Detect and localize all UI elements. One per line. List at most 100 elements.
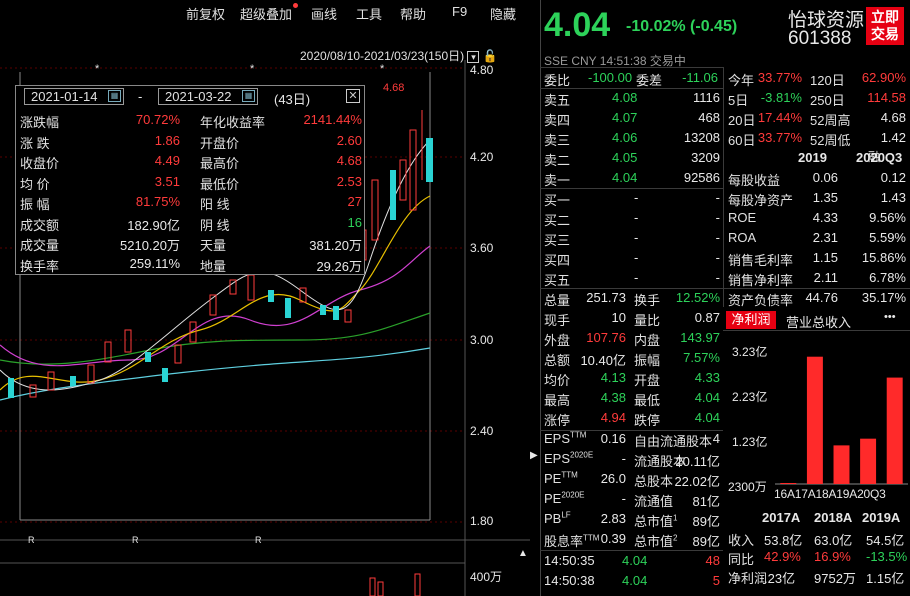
more-icon[interactable]: ••• bbox=[884, 311, 896, 323]
sell-row[interactable]: 卖四 4.07 468 bbox=[544, 110, 720, 130]
stat-label: 总量 bbox=[544, 293, 571, 308]
tick-row: 14:50:35 4.04 48 bbox=[544, 553, 720, 573]
annual-header-2018: 2018A bbox=[814, 510, 853, 525]
end-date-value: 2021-03-22 bbox=[165, 89, 232, 104]
valuation-label: PETTM bbox=[544, 471, 578, 486]
weibi-label: 委比 bbox=[544, 73, 571, 88]
trade-now-button[interactable]: 立即 交易 bbox=[866, 7, 904, 45]
stat-value: 12.52% bbox=[675, 290, 720, 305]
valuation-label-text: EPS bbox=[544, 451, 571, 467]
buy-row[interactable]: 买四 - - bbox=[544, 250, 720, 270]
tab-net-profit[interactable]: 净利润 bbox=[726, 311, 776, 329]
stat-label: 涨 跌 bbox=[20, 135, 50, 151]
valuation-label: PBLF bbox=[544, 511, 571, 526]
order-price: - bbox=[634, 270, 639, 285]
financial-row: ROE 4.33 9.56% bbox=[728, 210, 906, 230]
stat-label: 涨跌幅 bbox=[20, 115, 60, 130]
valuation-label-text: 总市值 bbox=[634, 534, 674, 549]
valuation-value: - bbox=[621, 491, 626, 506]
valuation-value: 26.0 bbox=[600, 471, 626, 486]
menu-draw-line[interactable]: 画线 bbox=[311, 4, 337, 23]
perf-label: 5日 bbox=[728, 93, 749, 108]
menu-help[interactable]: 帮助 bbox=[400, 4, 426, 23]
x-tick: 17A bbox=[794, 487, 816, 501]
stat-label: 总额 bbox=[544, 353, 571, 368]
stat-label: 天量 bbox=[200, 238, 227, 253]
y-tick-323: 3.23亿 bbox=[732, 345, 768, 359]
order-volume: 1116 bbox=[693, 90, 720, 105]
order-volume: 92586 bbox=[683, 170, 720, 185]
close-icon[interactable]: ✕ bbox=[346, 89, 360, 103]
stat-value: 143.97 bbox=[680, 330, 720, 345]
fin-value: 0.12 bbox=[880, 170, 906, 185]
profit-bar bbox=[806, 356, 823, 484]
sell-row[interactable]: 卖五 4.08 1116 bbox=[544, 90, 720, 110]
menu-super-overlay[interactable]: 超级叠加 bbox=[240, 4, 292, 23]
perf-label: 60日 bbox=[728, 133, 756, 148]
valuation-value: 89亿 bbox=[692, 514, 720, 529]
star-marker: * bbox=[95, 63, 100, 75]
valuation-label-sup: 2020E bbox=[561, 491, 585, 500]
valuation-label: PE2020E bbox=[544, 491, 584, 506]
performance-row: 20日 17.44% 52周高 4.68 bbox=[728, 110, 906, 130]
tick-volume: 48 bbox=[705, 553, 720, 568]
tick-row: 14:50:38 4.04 5 bbox=[544, 573, 720, 593]
stat-value: 182.90亿 bbox=[127, 217, 180, 233]
fin-value: 35.17% bbox=[861, 290, 906, 305]
menu-hide[interactable]: 隐藏 bbox=[490, 4, 516, 23]
order-volume: - bbox=[715, 230, 720, 245]
valuation-label: 总市值2 bbox=[634, 531, 677, 550]
top-menu: 前复权 超级叠加 画线 工具 帮助 F9 隐藏 bbox=[0, 0, 530, 24]
stat-label: 阳 线 bbox=[200, 197, 230, 212]
annual-value: 9752万 bbox=[814, 571, 856, 586]
sell-row[interactable]: 卖二 4.05 3209 bbox=[544, 150, 720, 170]
valuation-label-text: PE bbox=[544, 491, 562, 507]
buy-row[interactable]: 买一 - - bbox=[544, 190, 720, 210]
sell-row[interactable]: 卖三 4.06 13208 bbox=[544, 130, 720, 150]
interval-stat-row: 涨 跌 1.86 开盘价 2.60 bbox=[20, 131, 362, 151]
calendar-icon[interactable]: ▦ bbox=[242, 90, 255, 102]
sell-row[interactable]: 卖一 4.04 92586 bbox=[544, 170, 720, 190]
stat-label: 开盘 bbox=[634, 373, 661, 388]
tab-total-revenue[interactable]: 营业总收入 bbox=[786, 312, 851, 331]
menu-f9[interactable]: F9 bbox=[452, 4, 467, 19]
y-tick-480: 4.80 bbox=[470, 63, 494, 77]
expand-up-icon[interactable]: ▲ bbox=[518, 548, 528, 559]
buy-row[interactable]: 买二 - - bbox=[544, 210, 720, 230]
annual-value: .23亿 bbox=[764, 571, 796, 586]
valuation-value: 81亿 bbox=[692, 494, 720, 509]
tick-time: 14:50:38 bbox=[544, 573, 595, 588]
menu-fuquan[interactable]: 前复权 bbox=[186, 4, 225, 23]
stat-value: 4.13 bbox=[600, 370, 626, 385]
performance-row: 5日 -3.81% 250日 114.58 bbox=[728, 90, 906, 110]
stat-value: 4.49 bbox=[154, 153, 180, 168]
fin-value: 6.78% bbox=[869, 270, 906, 285]
start-date-value: 2021-01-14 bbox=[31, 89, 98, 104]
fin-value: 1.43 bbox=[880, 190, 906, 205]
y-tick-300: 3.00 bbox=[470, 333, 494, 347]
trade-button-line2: 交易 bbox=[871, 26, 899, 42]
menu-tools[interactable]: 工具 bbox=[356, 4, 382, 23]
valuation-value: 0.39 bbox=[600, 531, 626, 546]
stat-row: 最高 4.38 最低 4.04 bbox=[544, 390, 720, 410]
order-label: 卖三 bbox=[544, 133, 571, 148]
buy-row[interactable]: 买五 - - bbox=[544, 270, 720, 290]
valuation-row: EPSTTM 0.16 自由流通股本 4 bbox=[544, 431, 720, 451]
order-price: 4.06 bbox=[612, 130, 638, 145]
calendar-icon[interactable]: ▦ bbox=[108, 90, 121, 102]
stat-label: 现手 bbox=[544, 313, 571, 328]
volume-tick: 400万 bbox=[470, 570, 503, 584]
buy-row[interactable]: 买三 - - bbox=[544, 230, 720, 250]
annual-label: 收入 bbox=[728, 533, 755, 548]
stat-row: 涨停 4.94 跌停 4.04 bbox=[544, 410, 720, 430]
y-tick-360: 3.60 bbox=[470, 241, 494, 255]
stat-label: 内盘 bbox=[634, 333, 661, 348]
stat-label: 涨停 bbox=[544, 413, 571, 428]
order-label: 卖一 bbox=[544, 173, 571, 188]
collapse-arrow-icon[interactable]: ▶ bbox=[530, 450, 538, 461]
quote-panel: 4.04 -10.02% (-0.45) 怡球资源 601388 立即 交易 S… bbox=[540, 0, 910, 596]
stat-label: 成交额 bbox=[20, 217, 60, 233]
valuation-label-sup: 1 bbox=[673, 513, 678, 523]
valuation-value: - bbox=[621, 451, 626, 466]
order-price: - bbox=[634, 190, 639, 205]
